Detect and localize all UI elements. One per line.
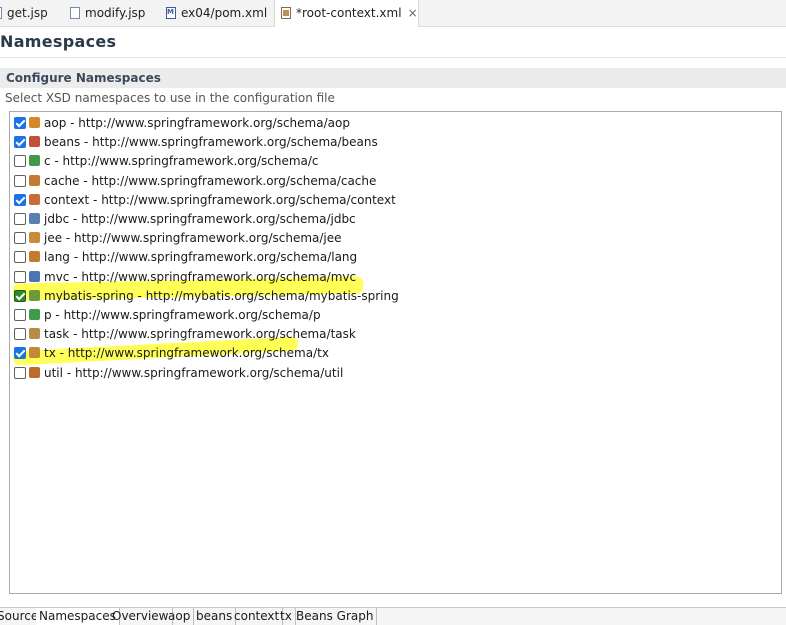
- namespace-label: tx - http://www.springframework.org/sche…: [44, 346, 329, 361]
- namespace-item[interactable]: jee - http://www.springframework.org/sch…: [14, 229, 342, 248]
- namespace-checkbox[interactable]: [14, 328, 26, 341]
- namespace-checkbox[interactable]: [14, 117, 26, 129]
- namespace-item[interactable]: task - http://www.springframework.org/sc…: [14, 325, 356, 344]
- namespace-checkbox[interactable]: [14, 155, 26, 168]
- namespace-icon: [29, 366, 40, 378]
- maven-pom-icon: [166, 7, 176, 19]
- namespace-icon: [29, 289, 40, 301]
- section-description: Select XSD namespaces to use in the conf…: [5, 91, 335, 105]
- bottom-tab-context[interactable]: context: [231, 608, 284, 625]
- namespace-item[interactable]: p - http://www.springframework.org/schem…: [14, 306, 321, 325]
- tab-root-context-xml[interactable]: *root-context.xml ×: [274, 0, 419, 27]
- namespace-checkbox[interactable]: [14, 232, 26, 245]
- namespace-icon: [29, 309, 40, 320]
- namespace-icon: [29, 136, 40, 148]
- bottom-tab-beans-graph[interactable]: Beans Graph: [293, 608, 378, 625]
- tab-pom-xml[interactable]: ex04/pom.xml: [166, 0, 267, 26]
- namespace-label: c - http://www.springframework.org/schem…: [44, 154, 319, 169]
- namespace-item[interactable]: c - http://www.springframework.org/schem…: [14, 152, 319, 171]
- bottom-tab-beans[interactable]: beans: [193, 608, 237, 625]
- bottom-tab-namespaces[interactable]: Namespaces: [36, 608, 120, 625]
- namespace-item[interactable]: beans - http://www.springframework.org/s…: [14, 133, 378, 152]
- close-tab-icon[interactable]: ×: [408, 6, 418, 20]
- namespace-label: jdbc - http://www.springframework.org/sc…: [44, 212, 356, 226]
- namespace-label: util - http://www.springframework.org/sc…: [44, 365, 344, 380]
- namespace-item[interactable]: lang - http://www.springframework.org/sc…: [14, 248, 357, 267]
- namespace-checkbox[interactable]: [14, 251, 26, 264]
- namespace-icon: [29, 251, 40, 263]
- namespace-checkbox[interactable]: [14, 347, 26, 360]
- namespace-checkbox[interactable]: [14, 309, 26, 321]
- bottom-tab-aop[interactable]: aop: [165, 608, 195, 625]
- namespace-item[interactable]: aop - http://www.springframework.org/sch…: [14, 114, 350, 133]
- section-header: Configure Namespaces: [0, 68, 786, 88]
- namespace-label: beans - http://www.springframework.org/s…: [44, 135, 378, 150]
- namespace-checkbox[interactable]: [14, 213, 26, 225]
- namespace-label: context - http://www.springframework.org…: [44, 192, 396, 207]
- namespace-checkbox[interactable]: [14, 270, 26, 283]
- namespace-icon: [29, 213, 40, 224]
- spring-xml-icon: [281, 7, 291, 19]
- namespace-item[interactable]: mvc - http://www.springframework.org/sch…: [14, 268, 356, 287]
- namespace-item[interactable]: cache - http://www.springframework.org/s…: [14, 172, 376, 191]
- namespace-icon: [29, 155, 40, 167]
- namespace-item[interactable]: mybatis-spring - http://mybatis.org/sche…: [14, 287, 399, 306]
- namespace-item[interactable]: tx - http://www.springframework.org/sche…: [14, 344, 329, 363]
- namespace-icon: [29, 193, 40, 205]
- section-title: Configure Namespaces: [6, 71, 161, 85]
- page-title: Namespaces: [0, 32, 117, 51]
- namespace-checkbox[interactable]: [14, 366, 26, 379]
- namespace-label: aop - http://www.springframework.org/sch…: [44, 116, 350, 130]
- namespace-item[interactable]: context - http://www.springframework.org…: [14, 191, 396, 210]
- bottom-tab-overview[interactable]: Overview: [109, 608, 173, 625]
- jsp-file-icon: [70, 7, 80, 19]
- namespace-checkbox[interactable]: [14, 174, 26, 187]
- namespace-list[interactable]: aop - http://www.springframework.org/sch…: [9, 111, 782, 594]
- namespace-icon: [29, 232, 40, 244]
- namespace-label: mvc - http://www.springframework.org/sch…: [44, 269, 357, 284]
- namespace-label: cache - http://www.springframework.org/s…: [44, 173, 377, 188]
- namespace-label: lang - http://www.springframework.org/sc…: [44, 250, 358, 265]
- namespace-icon: [29, 328, 40, 340]
- namespace-checkbox[interactable]: [14, 289, 26, 302]
- namespace-item[interactable]: jdbc - http://www.springframework.org/sc…: [14, 210, 356, 229]
- namespace-label: mybatis-spring - http://mybatis.org/sche…: [44, 288, 399, 303]
- namespace-label: p - http://www.springframework.org/schem…: [44, 308, 321, 322]
- namespace-icon: [29, 347, 40, 359]
- namespace-icon: [29, 117, 40, 128]
- tab-modify-jsp[interactable]: modify.jsp: [70, 0, 145, 26]
- namespace-icon: [29, 270, 40, 282]
- namespace-label: jee - http://www.springframework.org/sch…: [44, 231, 342, 246]
- title-divider: [0, 57, 786, 58]
- tab-get-jsp[interactable]: get.jsp: [0, 0, 48, 26]
- editor-tab-bar: get.jsp modify.jsp ex04/pom.xml *root-co…: [0, 0, 786, 27]
- namespace-label: task - http://www.springframework.org/sc…: [44, 327, 356, 342]
- namespace-icon: [29, 174, 40, 186]
- namespace-checkbox[interactable]: [14, 193, 26, 206]
- jsp-file-icon: [0, 7, 2, 19]
- editor-bottom-tabs: Source Namespaces Overview aop beans context t…: [0, 607, 786, 625]
- namespace-item[interactable]: util - http://www.springframework.org/sc…: [14, 364, 343, 383]
- namespace-checkbox[interactable]: [14, 136, 26, 149]
